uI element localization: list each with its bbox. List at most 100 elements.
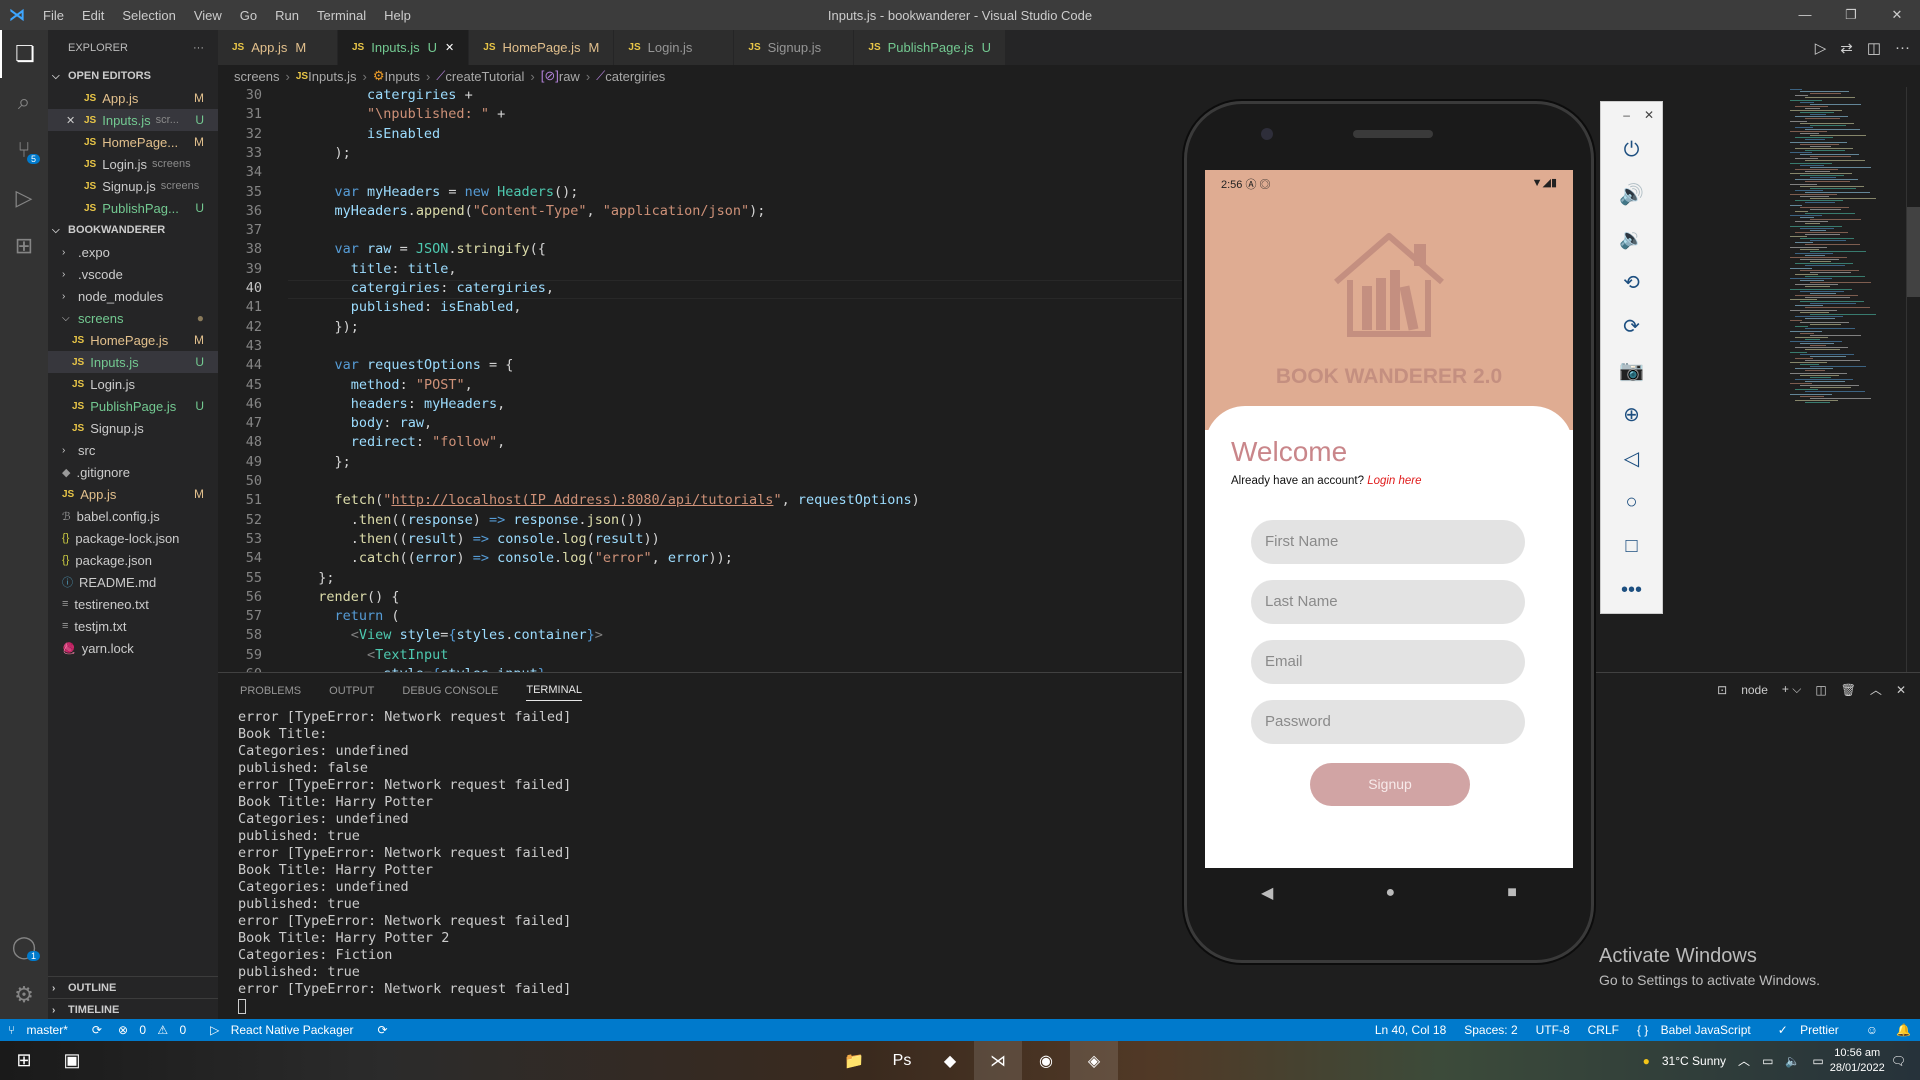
tree-item[interactable]: JS Login.js: [48, 373, 218, 395]
battery-icon[interactable]: ▭: [1812, 1054, 1823, 1068]
rotate-right-icon[interactable]: ⟳: [1601, 304, 1662, 348]
accounts-icon[interactable]: ◯ 1: [0, 923, 48, 971]
tree-item[interactable]: {} package.json: [48, 549, 218, 571]
panel-tab-output[interactable]: OUTPUT: [329, 681, 374, 701]
menu-item-run[interactable]: Run: [275, 8, 299, 23]
settings-gear-icon[interactable]: ⚙: [0, 971, 48, 1019]
formatter[interactable]: ✓ Prettier: [1778, 1023, 1848, 1037]
breadcrumb-item[interactable]: raw: [559, 69, 580, 84]
login-link[interactable]: Login here: [1367, 475, 1421, 487]
indentation[interactable]: Spaces: 2: [1464, 1023, 1517, 1037]
maximize-panel-icon[interactable]: ︿: [1870, 681, 1882, 698]
open-editors-section[interactable]: ⌵ OPEN EDITORS: [48, 65, 218, 87]
close-icon[interactable]: ✕: [66, 114, 75, 127]
tab-publishpage-js[interactable]: JS PublishPage.js U: [854, 30, 1007, 65]
project-section[interactable]: ⌵ BOOKWANDERER: [48, 219, 218, 241]
first-name-input[interactable]: First Name: [1251, 520, 1525, 564]
panel-tab-debug-console[interactable]: DEBUG CONSOLE: [402, 681, 498, 701]
menu-item-edit[interactable]: Edit: [82, 8, 104, 23]
restore-icon[interactable]: ❐: [1828, 0, 1874, 30]
file-explorer-icon[interactable]: 📁: [830, 1041, 878, 1080]
tree-item[interactable]: › node_modules: [48, 285, 218, 307]
menu-item-terminal[interactable]: Terminal: [317, 8, 366, 23]
tray-chevron-icon[interactable]: ︿: [1738, 1052, 1750, 1069]
tree-item[interactable]: › .vscode: [48, 263, 218, 285]
terminal-shell-name[interactable]: node: [1741, 683, 1768, 697]
back-icon[interactable]: ◁: [1601, 436, 1662, 480]
menu-item-help[interactable]: Help: [384, 8, 411, 23]
breadcrumb-item[interactable]: catergiries: [605, 69, 665, 84]
notifications-bell-icon[interactable]: 🔔: [1896, 1023, 1911, 1037]
terminal-output[interactable]: error [TypeError: Network request failed…: [238, 709, 571, 1015]
source-control-icon[interactable]: ⑂ 5: [0, 126, 48, 174]
sync-icon[interactable]: ⟳: [92, 1023, 102, 1037]
tree-item[interactable]: ⌵ screens ●: [48, 307, 218, 329]
tree-item[interactable]: ℬbabel.config.js: [48, 505, 218, 527]
weather[interactable]: 31°C Sunny: [1662, 1054, 1726, 1068]
photoshop-icon[interactable]: Ps: [878, 1041, 926, 1080]
clock[interactable]: 10:56 am 28/01/2022: [1830, 1046, 1885, 1076]
tab-homepage-js[interactable]: JS HomePage.js M: [469, 30, 615, 65]
zoom-icon[interactable]: ⊕: [1601, 392, 1662, 436]
home-icon[interactable]: ○: [1601, 480, 1662, 524]
menu-item-go[interactable]: Go: [240, 8, 257, 23]
open-editor-item[interactable]: ✕ JS Inputs.js scr... U: [48, 109, 218, 131]
screenshot-camera-icon[interactable]: 📷: [1601, 348, 1662, 392]
search-taskbar-icon[interactable]: ▣: [48, 1050, 96, 1071]
menu-item-view[interactable]: View: [194, 8, 222, 23]
open-editor-item[interactable]: JS Signup.js screens: [48, 175, 218, 197]
cursor-position[interactable]: Ln 40, Col 18: [1375, 1023, 1446, 1037]
close-icon[interactable]: ✕: [445, 41, 454, 54]
trash-icon[interactable]: 🗑: [1841, 683, 1856, 697]
code-editor[interactable]: 30 catergiries + 31 "\npublished: " + 32 i…: [218, 87, 1188, 672]
overview-icon[interactable]: □: [1601, 524, 1662, 568]
more-actions-icon[interactable]: ···: [193, 42, 204, 54]
tree-item[interactable]: JS HomePage.js M: [48, 329, 218, 351]
tab-inputs-js[interactable]: JS Inputs.js U ✕: [338, 30, 470, 65]
power-icon[interactable]: ⏻: [1601, 128, 1662, 172]
close-panel-icon[interactable]: ✕: [1896, 683, 1906, 697]
last-name-input[interactable]: Last Name: [1251, 580, 1525, 624]
encoding[interactable]: UTF-8: [1536, 1023, 1570, 1037]
minimize-icon[interactable]: —: [1782, 0, 1828, 30]
search-icon[interactable]: ⌕: [0, 78, 48, 126]
breadcrumb-item[interactable]: Inputs.js: [308, 69, 356, 84]
open-editor-item[interactable]: JS App.js M: [48, 87, 218, 109]
new-terminal-icon[interactable]: + ⌵: [1782, 682, 1801, 697]
password-input[interactable]: Password: [1251, 700, 1525, 744]
more-actions-icon[interactable]: ···: [1895, 39, 1910, 56]
compare-icon[interactable]: ⇄: [1840, 39, 1853, 57]
breadcrumb-item[interactable]: Inputs: [385, 69, 420, 84]
tree-item[interactable]: 🧶 yarn.lock: [48, 637, 218, 659]
branch-indicator[interactable]: ⑂ master*: [8, 1023, 76, 1037]
tree-item[interactable]: › .expo: [48, 241, 218, 263]
rotate-left-icon[interactable]: ⟲: [1601, 260, 1662, 304]
notification-center-icon[interactable]: 🗨: [1891, 1054, 1906, 1068]
open-editor-item[interactable]: JS HomePage... M: [48, 131, 218, 153]
breadcrumb-item[interactable]: screens: [234, 69, 280, 84]
network-icon[interactable]: ▭: [1762, 1054, 1773, 1068]
recents-icon[interactable]: ■: [1507, 884, 1517, 902]
close-emulator-icon[interactable]: ✕: [1644, 108, 1654, 122]
tree-item[interactable]: {} package-lock.json: [48, 527, 218, 549]
terminal-shell-icon[interactable]: ⊡: [1717, 683, 1727, 697]
line-endings[interactable]: CRLF: [1588, 1023, 1619, 1037]
split-editor-icon[interactable]: ◫: [1867, 39, 1881, 57]
tree-item[interactable]: ⓘ README.md: [48, 571, 218, 593]
windows-start-icon[interactable]: ⊞: [0, 1050, 48, 1071]
minimize-emulator-icon[interactable]: –: [1623, 108, 1630, 122]
close-window-icon[interactable]: ✕: [1874, 0, 1920, 30]
packager-indicator[interactable]: ▷ React Native Packager: [210, 1023, 361, 1037]
split-terminal-icon[interactable]: ◫: [1815, 683, 1826, 697]
explorer-icon[interactable]: ❏: [0, 30, 48, 78]
home-icon[interactable]: ●: [1385, 884, 1395, 902]
menu-item-selection[interactable]: Selection: [122, 8, 175, 23]
tree-item[interactable]: ≡ testireneo.txt: [48, 593, 218, 615]
volume-icon[interactable]: 🔈: [1785, 1054, 1800, 1068]
feedback-icon[interactable]: ☺: [1866, 1023, 1878, 1037]
volume-down-icon[interactable]: 🔉: [1601, 216, 1662, 260]
panel-tab-terminal[interactable]: TERMINAL: [526, 680, 582, 701]
menu-item-file[interactable]: File: [43, 8, 64, 23]
chrome-icon[interactable]: ◉: [1022, 1041, 1070, 1080]
outline-section[interactable]: › OUTLINE: [48, 976, 218, 999]
